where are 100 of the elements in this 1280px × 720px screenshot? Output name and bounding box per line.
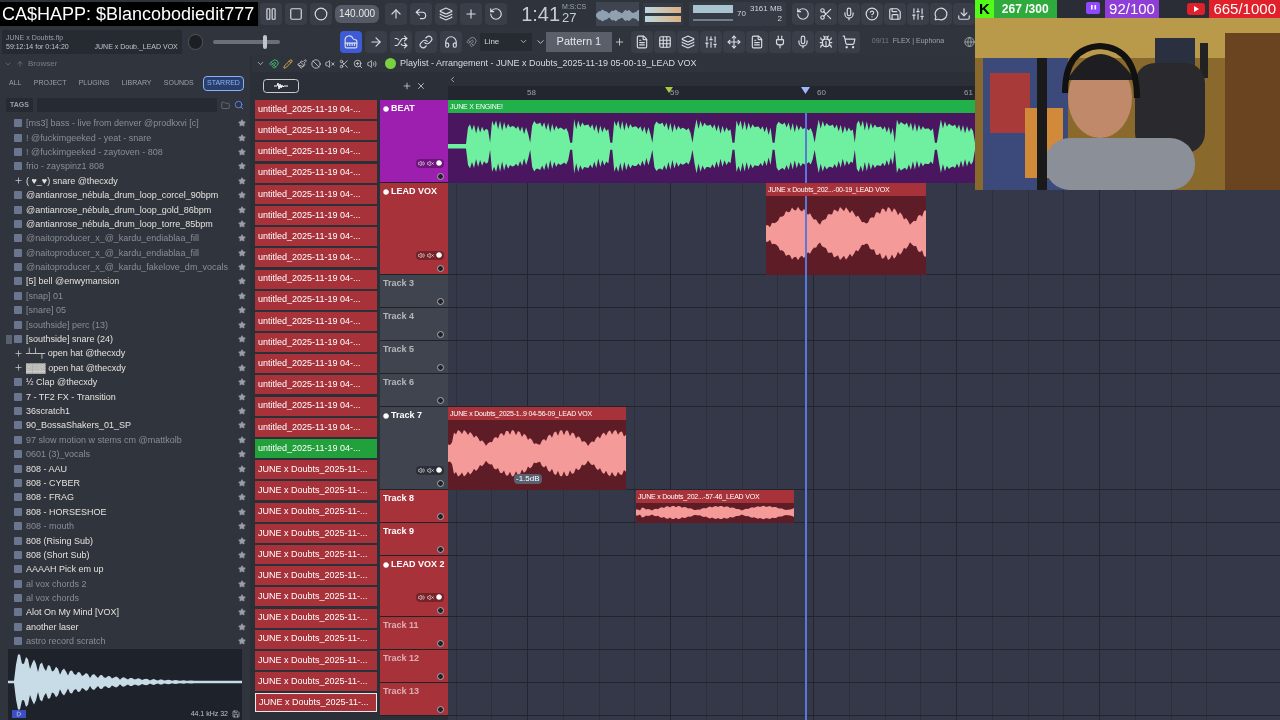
toolbar-button[interactable] <box>390 30 413 53</box>
browser-item[interactable]: 808 (Rising Sub) <box>0 533 250 548</box>
browser-item[interactable]: ┴┴┬ open hat @thecxdy <box>0 346 250 361</box>
toolbar-button[interactable] <box>884 3 906 25</box>
clip-source-item[interactable]: untitled_2025-11-19 04-... <box>255 184 377 204</box>
browser-item[interactable]: al vox chords <box>0 590 250 606</box>
browser-item[interactable]: [southside] snare (24) <box>0 331 250 347</box>
clip-source-item[interactable]: JUNE x Doubts_2025-11-... <box>255 587 377 607</box>
track-header[interactable]: LEAD VOX 2 <box>380 556 448 617</box>
browser-item[interactable]: 36scratch1 <box>0 403 250 419</box>
browser-item[interactable]: 808 - AAU <box>0 461 250 476</box>
clip-source-item[interactable]: untitled_2025-11-19 04-... <box>255 439 377 458</box>
toolbar-button[interactable] <box>415 30 438 53</box>
toolbar-button[interactable] <box>285 3 307 25</box>
browser-item[interactable]: ! @fuckimgeeked - zaytoven - 808 <box>0 144 250 160</box>
track-header[interactable]: Track 3 <box>380 275 448 308</box>
toolbar-button[interactable] <box>260 3 282 25</box>
toolbar-button[interactable] <box>699 30 722 53</box>
master-pitch-slider[interactable] <box>212 34 281 49</box>
browser-item[interactable]: 808 - HORSESHOE <box>0 504 250 519</box>
toolbar-button[interactable] <box>792 3 814 25</box>
clip-source-item[interactable]: untitled_2025-11-19 04-... <box>255 354 377 374</box>
browser-item[interactable]: 808 (Short Sub) <box>0 547 250 563</box>
browser-item[interactable]: [southside] perc (13) <box>0 317 250 332</box>
record-icon[interactable] <box>436 594 442 600</box>
toolbar-button[interactable] <box>837 30 860 53</box>
browser-item[interactable]: 90_BossaShakers_01_SP <box>0 418 250 433</box>
browser-item[interactable]: @naitoproducer_x_@_kardu_endiablaa_fill <box>0 231 250 246</box>
clip-source-item[interactable]: untitled_2025-11-19 04-... <box>255 121 377 141</box>
clip-source-item[interactable]: JUNE x Doubts_2025-11-... <box>255 460 377 480</box>
clip-source-item[interactable]: JUNE x Doubts_2025-11-... <box>255 566 377 586</box>
toolbar-button[interactable] <box>485 3 508 25</box>
toolbar-button[interactable] <box>791 30 814 53</box>
pattern-selector[interactable]: Pattern 1 <box>546 31 612 52</box>
track-header[interactable]: Track 9 <box>380 523 448 556</box>
browser-item[interactable]: [5] bell @enwymansion <box>0 274 250 289</box>
speaker-icon[interactable] <box>418 160 425 167</box>
toolbar-button[interactable] <box>953 3 975 25</box>
slider-thumb[interactable] <box>262 34 267 49</box>
browser-item[interactable]: ( ♥_♥) snare @thecxdy <box>0 173 250 188</box>
browser-item[interactable]: @naitoproducer_x_@_kardu_endiablaa_fill <box>0 245 250 260</box>
tempo-display[interactable]: 140.000 <box>335 5 380 23</box>
clip-source-item[interactable]: JUNE x Doubts_2025-11-... <box>255 650 377 670</box>
timeline-ruler[interactable]: 58 59 60 61 <box>448 86 975 100</box>
clip-source-item[interactable]: JUNE x Doubts_2025-11-... <box>255 523 377 543</box>
toolbar-button[interactable] <box>460 3 483 25</box>
track-controls[interactable] <box>416 159 444 168</box>
toolbar-button[interactable] <box>861 3 883 25</box>
browser-item[interactable]: 0601 (3)_vocals <box>0 447 250 462</box>
clip-source-item[interactable]: JUNE x Doubts_2025-11-... <box>255 693 377 713</box>
browser-item[interactable]: @antianrose_nébula_drum_loop_gold_86bpm <box>0 202 250 217</box>
track-header[interactable]: Track 5 <box>380 341 448 374</box>
toolbar-button[interactable] <box>768 30 791 53</box>
browser-item[interactable]: @antianrose_nébula_drum_loop_torre_85bpm <box>0 216 250 232</box>
record-icon[interactable] <box>436 252 442 258</box>
track-controls[interactable] <box>416 466 444 475</box>
clip-source-item[interactable]: untitled_2025-11-19 04-... <box>255 269 377 289</box>
toolbar-button[interactable] <box>310 3 332 25</box>
mute-icon[interactable] <box>427 252 434 259</box>
mute-icon[interactable] <box>427 160 434 167</box>
toolbar-button[interactable] <box>365 30 388 53</box>
browser-item[interactable]: 808 - CYBER <box>0 475 250 491</box>
clip-source-item[interactable]: JUNE x Doubts_2025-11-... <box>255 544 377 564</box>
browser-item[interactable]: [snare] 05 <box>0 303 250 318</box>
browser-item[interactable]: [ms3] bass - live from denver @prodkxvi [c] <box>0 116 250 131</box>
speaker-icon[interactable] <box>418 467 425 474</box>
clip-source-item[interactable]: untitled_2025-11-19 04-... <box>255 417 377 437</box>
clip-source-item[interactable]: JUNE x Doubts_2025-11-... <box>255 608 377 628</box>
clip-source-item[interactable]: JUNE x Doubts_2025-11-... <box>255 481 377 501</box>
browser-item[interactable]: Alot On My Mind [VOX] <box>0 605 250 620</box>
browser-item[interactable]: al vox chords 2 <box>0 576 250 591</box>
toolbar-button[interactable] <box>630 30 653 53</box>
audio-clips-icon[interactable] <box>263 79 299 93</box>
record-icon[interactable] <box>436 467 442 473</box>
toolbar-button[interactable] <box>435 3 458 25</box>
toolbar-button[interactable] <box>440 30 463 53</box>
clip-source-item[interactable]: untitled_2025-11-19 04-... <box>255 333 377 353</box>
track-header[interactable]: BEAT <box>380 100 448 183</box>
track-header[interactable]: Track 12 <box>380 650 448 683</box>
track-header[interactable]: LEAD VOX <box>380 183 448 275</box>
browser-item[interactable]: 808 - mouth <box>0 518 250 534</box>
toolbar-button[interactable] <box>815 3 837 25</box>
clip-source-item[interactable]: untitled_2025-11-19 04-... <box>255 100 377 119</box>
browser-item[interactable]: 97 slow motion w stems cm @mattkolb <box>0 432 250 447</box>
track-header[interactable]: Track 11 <box>380 617 448 650</box>
clip-source-item[interactable]: untitled_2025-11-19 04-... <box>255 142 377 162</box>
track-header[interactable]: Track 8 <box>380 490 448 523</box>
browser-item[interactable]: another laser <box>0 619 250 635</box>
toolbar-button[interactable] <box>722 30 745 53</box>
toolbar-button[interactable] <box>410 3 433 25</box>
track-controls[interactable] <box>416 593 444 602</box>
browser-item[interactable]: 7 - TF2 FX - Transition <box>0 389 250 404</box>
clip-source-item[interactable]: untitled_2025-11-19 04-... <box>255 290 377 310</box>
clip-source-item[interactable]: untitled_2025-11-19 04-... <box>255 248 377 268</box>
track-header[interactable]: Track 6 <box>380 374 448 407</box>
toolbar-button[interactable] <box>838 3 860 25</box>
clip-source-item[interactable]: untitled_2025-11-19 04-... <box>255 311 377 331</box>
browser-item[interactable]: ½ Clap @thecxdy <box>0 375 250 390</box>
browser-item[interactable]: ▓▓▓ open hat @thecxdy <box>0 360 250 376</box>
toolbar-button[interactable] <box>385 3 408 25</box>
